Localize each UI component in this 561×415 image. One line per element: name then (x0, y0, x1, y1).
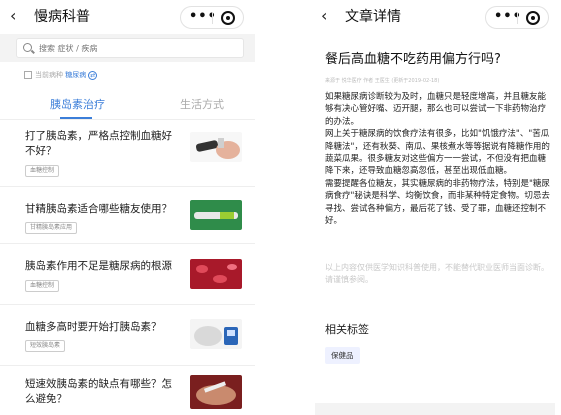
red-cells-image (190, 259, 242, 289)
current-disease: 当前病种 糖尿病 ⇄ (24, 68, 98, 82)
list-item[interactable]: 甘精胰岛素适合哪些糖友使用？ 甘精胰岛素应用 (0, 188, 255, 244)
article-title: 胰岛素作用不足是糖尿病的根源 (25, 260, 172, 272)
article-title: 打了胰岛素，严格点控制血糖好不好？ (25, 130, 172, 157)
article-meta: 来源于 悦华医疗 作者 王医生 (更新于2019-02-18) (325, 78, 440, 84)
search-icon (23, 43, 32, 52)
related-tag[interactable]: 保健品 (325, 347, 360, 364)
list-item[interactable]: 血糖多高时要开始打胰岛素？ 短效胰岛素 (0, 306, 255, 366)
article-title: 血糖多高时要开始打胰岛素？ (25, 321, 162, 333)
injection-pen-image (190, 132, 242, 162)
article-tag: 甘精胰岛素应用 (25, 222, 78, 234)
current-disease-value[interactable]: 糖尿病 (65, 71, 86, 79)
tab-lifestyle[interactable]: 生活方式 (180, 98, 224, 112)
page-title: 文章详情 (345, 9, 401, 25)
mini-program-capsule: ••• (485, 6, 549, 29)
list-item[interactable]: 胰岛素作用不足是糖尿病的根源 血糖控制 (0, 245, 255, 305)
article-body: 如果糖尿病诊断较为及时，血糖只是轻度增高，并且糖友能够有决心管好嘴、迈开腿，那么… (325, 91, 551, 227)
search-input[interactable] (39, 41, 229, 55)
article-paragraph: 如果糖尿病诊断较为及时，血糖只是轻度增高，并且糖友能够有决心管好嘴、迈开腿，那么… (325, 92, 547, 127)
capsule-divider (212, 12, 213, 24)
article-paragraph: 需要提醒各位糖友，其实糖尿病的非药物疗法，特别是"糖尿病食疗"秘诀是科学、均衡饮… (325, 178, 550, 227)
back-button[interactable]: ‹ (321, 8, 327, 24)
bottom-bar (315, 403, 555, 415)
capsule-divider (517, 12, 518, 24)
article-title: 餐后高血糖不吃药用偏方行吗? (325, 52, 501, 67)
search-box[interactable] (16, 38, 244, 58)
insulin-pen-image (190, 200, 242, 230)
nav-bar: ‹ 文章详情 ••• (305, 0, 561, 34)
article-title: 甘精胰岛素适合哪些糖友使用？ (25, 203, 172, 215)
article-tag: 血糖控制 (25, 280, 60, 292)
target-circle-icon[interactable] (526, 11, 540, 25)
article-tag: 短效胰岛素 (25, 340, 66, 352)
mini-program-capsule: ••• (180, 6, 244, 29)
switch-icon[interactable]: ⇄ (88, 70, 98, 80)
page-title: 慢病科普 (34, 9, 90, 25)
list-item[interactable]: 打了胰岛素，严格点控制血糖好不好？ 血糖控制 (0, 121, 255, 187)
current-disease-label: 当前病种 (35, 71, 63, 79)
left-screen: ‹ 慢病科普 ••• 当前病种 糖尿病⇄ 胰岛素治疗 生活方式 打了胰岛素，严格… (0, 0, 255, 415)
article-tag: 血糖控制 (25, 165, 60, 177)
tab-bar: 胰岛素治疗 生活方式 (0, 92, 255, 120)
article-title: 短速效胰岛素的缺点有哪些？怎么避免？ (25, 378, 172, 405)
glucose-meter-image (190, 319, 242, 349)
target-circle-icon[interactable] (221, 11, 235, 25)
article-paragraph: 网上关于糖尿病的饮食疗法有很多，比如"饥饿疗法"、"苦瓜降糖法"，还有秋葵、南瓜… (325, 129, 550, 177)
calendar-icon (24, 71, 32, 79)
arm-injection-image (190, 375, 242, 409)
right-screen: ‹ 文章详情 ••• 餐后高血糖不吃药用偏方行吗? 来源于 悦华医疗 作者 王医… (305, 0, 561, 415)
search-bar (0, 34, 255, 62)
list-item[interactable]: 短速效胰岛素的缺点有哪些？怎么避免？ (0, 367, 255, 415)
tab-insulin[interactable]: 胰岛素治疗 (50, 98, 105, 112)
back-button[interactable]: ‹ (10, 8, 16, 24)
nav-bar: ‹ 慢病科普 ••• (0, 0, 255, 34)
active-tab-indicator (60, 117, 92, 119)
related-heading: 相关标签 (325, 323, 369, 336)
disclaimer: 以上内容仅供医学知识科普使用，不能替代职业医师当面诊断。请谨慎参阅。 (325, 263, 549, 284)
